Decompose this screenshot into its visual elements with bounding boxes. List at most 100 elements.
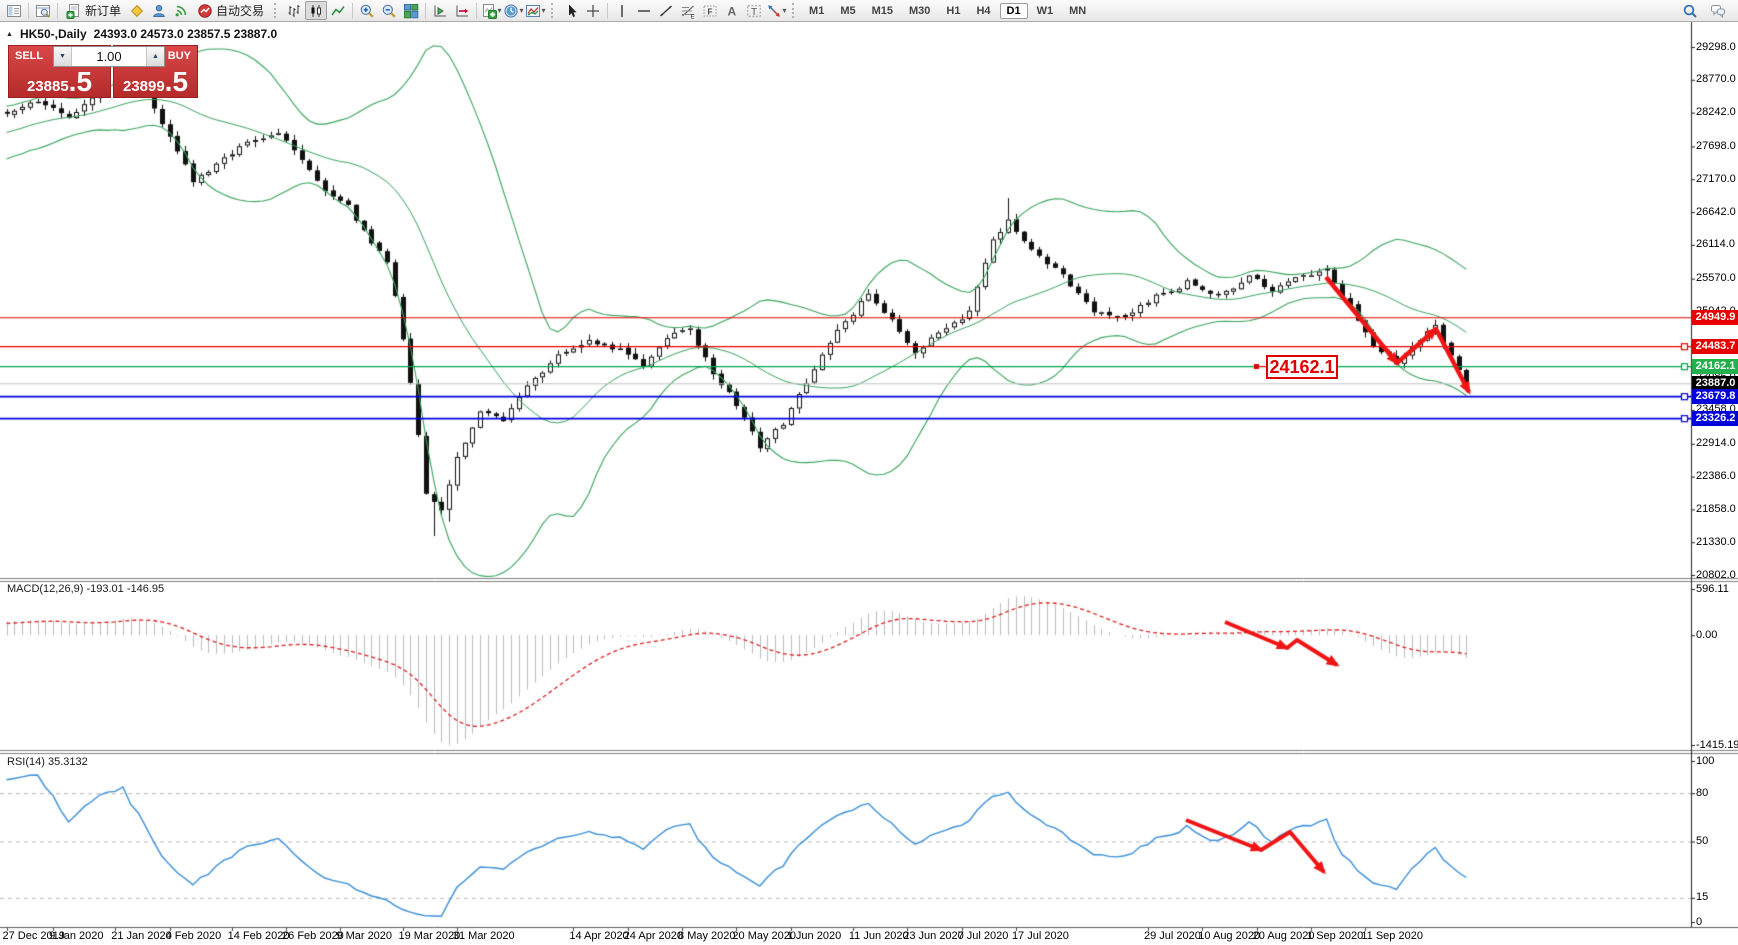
toolbar-separator: [28, 3, 29, 19]
toolbar: 新订单 自动交易 ▾ ▾ ▾ E F AT ▾ M1M5M15M30H1H4D1W1MN: [0, 0, 1738, 22]
one-click-trading-panel: SELL 23885.5 BUY 23899.5 ▼ 1.00 ▲: [8, 45, 198, 98]
price-tick-label: 22914.0: [1696, 437, 1736, 449]
toolbar-grip: [792, 3, 796, 18]
fibonacci-icon[interactable]: E: [677, 1, 699, 20]
autotrading-button[interactable]: 自动交易: [192, 1, 269, 20]
signals-icon[interactable]: [170, 1, 192, 20]
volume-increase-button[interactable]: ▲: [146, 47, 164, 66]
sell-price-pips: .5: [69, 68, 92, 96]
price-tick-label: 28242.0: [1696, 106, 1736, 118]
price-level-badge: 23679.8: [1692, 389, 1738, 404]
rsi-axis-label: 80: [1696, 787, 1708, 799]
trendline-icon[interactable]: [655, 1, 677, 20]
cursor-icon[interactable]: [560, 1, 582, 20]
period-clock-icon[interactable]: ▾: [502, 1, 524, 20]
rsi-axis-label: 50: [1696, 835, 1708, 847]
svg-text:E: E: [691, 14, 695, 19]
date-label: 20 Aug 2020: [1253, 930, 1315, 942]
buy-price: 23899.5: [114, 68, 197, 96]
date-label: 9 Mar 2020: [336, 930, 392, 942]
macd-axis-label: 0.00: [1696, 629, 1717, 641]
toolbar-separator: [57, 3, 58, 19]
date-label: 1 Jun 2020: [787, 930, 841, 942]
date-label: 10 Aug 2020: [1198, 930, 1260, 942]
timeframe-h1-button[interactable]: H1: [939, 3, 967, 19]
auto-scroll-icon[interactable]: [429, 1, 451, 20]
sell-price: 23885.5: [9, 68, 110, 96]
new-order-button[interactable]: 新订单: [61, 1, 126, 20]
volume-decrease-button[interactable]: ▼: [54, 47, 72, 66]
fibo-channel-icon[interactable]: F: [699, 1, 721, 20]
chart-line-icon[interactable]: [327, 1, 349, 20]
toolbar-separator: [352, 3, 353, 19]
date-label: 14 Feb 2020: [228, 930, 290, 942]
collapse-panel-icon[interactable]: ▲: [6, 31, 13, 38]
price-tick-label: 21330.0: [1696, 536, 1736, 548]
text-icon[interactable]: A: [721, 1, 743, 20]
zoom-in-icon[interactable]: [356, 1, 378, 20]
price-level-badge: 23326.2: [1692, 411, 1738, 426]
timeframe-m1-button[interactable]: M1: [802, 3, 831, 19]
timeframe-m30-button[interactable]: M30: [902, 3, 937, 19]
date-label: 11 Jun 2020: [849, 930, 909, 942]
timeframe-mn-button[interactable]: MN: [1062, 3, 1093, 19]
dropdown-caret-icon[interactable]: ▾: [783, 6, 787, 15]
dropdown-caret-icon[interactable]: ▾: [542, 6, 546, 15]
price-tick-label: 25570.0: [1696, 272, 1736, 284]
chart-canvas[interactable]: [0, 0, 1738, 945]
price-tick-label: 22386.0: [1696, 470, 1736, 482]
autotrading-button-label: 自动交易: [216, 2, 264, 19]
search-icon[interactable]: [1679, 1, 1701, 20]
zoom-out-icon[interactable]: [378, 1, 400, 20]
volume-spinner: ▼ 1.00 ▲: [53, 46, 165, 67]
timeframe-h4-button[interactable]: H4: [969, 3, 997, 19]
arrows-tool-icon[interactable]: ▾: [765, 1, 787, 20]
svg-text:A: A: [728, 4, 737, 18]
rsi-label: RSI(14) 35.3132: [7, 756, 88, 768]
price-tick-label: 28770.0: [1696, 73, 1736, 85]
chart-header: ▲ HK50-,Daily 24393.0 24573.0 23857.5 23…: [6, 27, 277, 41]
dropdown-caret-icon[interactable]: ▾: [498, 6, 502, 15]
timeframe-d1-button[interactable]: D1: [1000, 3, 1028, 19]
new-order-button-label: 新订单: [85, 2, 121, 19]
price-level-badge: 24949.9: [1692, 310, 1738, 325]
tile-windows-icon[interactable]: [400, 1, 422, 20]
chart-ohlc: 24393.0 24573.0 23857.5 23887.0: [94, 27, 278, 41]
price-level-badge: 24483.7: [1692, 339, 1738, 354]
price-tick-label: 26642.0: [1696, 206, 1736, 218]
rsi-axis-label: 100: [1696, 755, 1714, 767]
timeframe-m15-button[interactable]: M15: [865, 3, 900, 19]
timeframe-m5-button[interactable]: M5: [833, 3, 862, 19]
trading-terminal-window: 新订单 自动交易 ▾ ▾ ▾ E F AT ▾ M1M5M15M30H1H4D1W1MN ▲ HK…: [0, 0, 1738, 945]
macd-label: MACD(12,26,9) -193.01 -146.95: [7, 583, 164, 595]
new-chart-icon[interactable]: ▾: [480, 1, 502, 20]
chat-icon[interactable]: [1707, 1, 1729, 20]
navigator-icon[interactable]: [32, 1, 54, 20]
date-label: 24 Apr 2020: [624, 930, 683, 942]
date-label: 14 Apr 2020: [569, 930, 628, 942]
chart-bars-icon[interactable]: [283, 1, 305, 20]
dropdown-caret-icon[interactable]: ▾: [520, 6, 524, 15]
chart-candles-icon[interactable]: [305, 1, 327, 20]
template-icon[interactable]: ▾: [524, 1, 546, 20]
price-tick-label: 27170.0: [1696, 173, 1736, 185]
toolbar-separator: [476, 3, 477, 19]
horizontal-line-icon[interactable]: [633, 1, 655, 20]
date-label: 31 Mar 2020: [453, 930, 515, 942]
rsi-axis-label: 15: [1696, 891, 1708, 903]
price-tick-label: 26114.0: [1696, 238, 1735, 250]
timeframe-w1-button[interactable]: W1: [1030, 3, 1061, 19]
text-label-icon[interactable]: T: [743, 1, 765, 20]
volume-value[interactable]: 1.00: [72, 47, 146, 66]
metaeditor-icon[interactable]: [126, 1, 148, 20]
price-annotation-box[interactable]: 24162.1: [1266, 355, 1338, 379]
date-label: 19 Mar 2020: [399, 930, 461, 942]
crosshair-icon[interactable]: [582, 1, 604, 20]
date-label: 11 Sep 2020: [1361, 930, 1423, 942]
community-icon[interactable]: [148, 1, 170, 20]
date-label: 26 Feb 2020: [282, 930, 344, 942]
chart-shift-icon[interactable]: [451, 1, 473, 20]
svg-text:F: F: [708, 7, 713, 16]
market-watch-icon[interactable]: [3, 1, 25, 20]
vertical-line-icon[interactable]: [611, 1, 633, 20]
